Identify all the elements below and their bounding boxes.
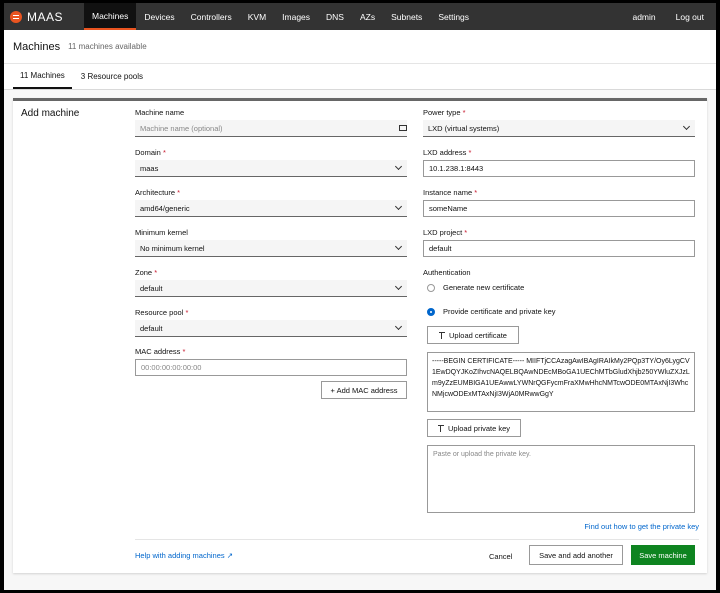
top-navigation: MAAS Machines Devices Controllers KVM Im… bbox=[4, 3, 716, 30]
nav-item-subnets[interactable]: Subnets bbox=[383, 3, 430, 30]
machine-name-input[interactable]: Machine name (optional) bbox=[135, 120, 407, 137]
chevron-down-icon bbox=[394, 202, 403, 211]
generate-certificate-radio[interactable] bbox=[427, 284, 435, 292]
nav-item-devices[interactable]: Devices bbox=[136, 3, 182, 30]
nav-item-controllers[interactable]: Controllers bbox=[183, 3, 240, 30]
minimum-kernel-select[interactable]: No minimum kernel bbox=[135, 240, 407, 257]
footer-divider bbox=[135, 539, 699, 540]
lxd-address-label: LXD address * bbox=[423, 148, 472, 157]
private-key-textarea[interactable]: Paste or upload the private key. bbox=[427, 445, 695, 513]
upload-icon bbox=[439, 331, 446, 339]
nav-user-area: admin Log out bbox=[620, 3, 716, 30]
chevron-down-icon bbox=[682, 122, 691, 131]
cancel-button[interactable]: Cancel bbox=[489, 552, 512, 561]
chevron-down-icon bbox=[394, 162, 403, 171]
provide-certificate-label[interactable]: Provide certificate and private key bbox=[443, 307, 556, 316]
maas-logo[interactable]: MAAS bbox=[4, 3, 84, 30]
page-title: Machines bbox=[13, 40, 61, 53]
generate-certificate-label[interactable]: Generate new certificate bbox=[443, 283, 524, 292]
authentication-label: Authentication bbox=[423, 268, 471, 277]
tab-machines[interactable]: 11 Machines bbox=[13, 64, 72, 89]
page-tabs: 11 Machines 3 Resource pools bbox=[4, 64, 716, 90]
chevron-down-icon bbox=[394, 282, 403, 291]
chevron-down-icon bbox=[394, 242, 403, 251]
zone-select[interactable]: default bbox=[135, 280, 407, 297]
upload-private-key-button[interactable]: Upload private key bbox=[427, 419, 521, 437]
zone-label: Zone * bbox=[135, 268, 158, 277]
architecture-label: Architecture * bbox=[135, 188, 181, 197]
lxd-project-input[interactable]: default bbox=[423, 240, 695, 257]
provide-certificate-radio[interactable] bbox=[427, 308, 435, 316]
app-window: MAAS Machines Devices Controllers KVM Im… bbox=[4, 3, 716, 590]
nav-user[interactable]: admin bbox=[620, 3, 667, 30]
save-and-add-another-button[interactable]: Save and add another bbox=[529, 545, 623, 565]
nav-item-settings[interactable]: Settings bbox=[430, 3, 477, 30]
mac-address-input[interactable]: 00:00:00:00:00:00 bbox=[135, 359, 407, 376]
contact-card-icon bbox=[399, 125, 407, 131]
domain-label: Domain * bbox=[135, 148, 166, 157]
instance-name-input[interactable]: someName bbox=[423, 200, 695, 217]
nav-item-images[interactable]: Images bbox=[274, 3, 318, 30]
nav-item-kvm[interactable]: KVM bbox=[240, 3, 274, 30]
domain-select[interactable]: maas bbox=[135, 160, 407, 177]
lxd-project-label: LXD project * bbox=[423, 228, 468, 237]
logo-text: MAAS bbox=[27, 9, 64, 24]
mac-address-label: MAC address * bbox=[135, 347, 186, 356]
resource-pool-label: Resource pool * bbox=[135, 308, 189, 317]
instance-name-label: Instance name * bbox=[423, 188, 478, 197]
upload-icon bbox=[437, 424, 444, 432]
lxd-address-input[interactable]: 10.1.238.1:8443 bbox=[423, 160, 695, 177]
help-adding-machines-link[interactable]: Help with adding machines ↗ bbox=[135, 551, 233, 560]
nav-item-dns[interactable]: DNS bbox=[318, 3, 352, 30]
chevron-down-icon bbox=[394, 322, 403, 331]
save-machine-button[interactable]: Save machine bbox=[631, 545, 695, 565]
minimum-kernel-label: Minimum kernel bbox=[135, 228, 188, 237]
logout-link[interactable]: Log out bbox=[668, 3, 716, 30]
nav-items: Machines Devices Controllers KVM Images … bbox=[84, 3, 620, 30]
form-title: Add machine bbox=[21, 108, 80, 119]
page-subtitle: 11 machines available bbox=[68, 42, 147, 51]
certificate-textarea[interactable]: -----BEGIN CERTIFICATE----- MIIFTjCCAzag… bbox=[427, 352, 695, 412]
page-header: Machines 11 machines available bbox=[4, 30, 716, 64]
resource-pool-select[interactable]: default bbox=[135, 320, 407, 337]
add-machine-form: Add machine Machine name Machine name (o… bbox=[13, 98, 707, 573]
machine-name-label: Machine name bbox=[135, 108, 185, 117]
nav-item-azs[interactable]: AZs bbox=[352, 3, 383, 30]
private-key-help-link[interactable]: Find out how to get the private key bbox=[584, 522, 699, 531]
architecture-select[interactable]: amd64/generic bbox=[135, 200, 407, 217]
upload-certificate-button[interactable]: Upload certificate bbox=[427, 326, 519, 344]
tab-resource-pools[interactable]: 3 Resource pools bbox=[74, 64, 150, 89]
maas-logo-icon bbox=[10, 10, 22, 23]
power-type-select[interactable]: LXD (virtual systems) bbox=[423, 120, 695, 137]
power-type-label: Power type * bbox=[423, 108, 466, 117]
nav-item-machines[interactable]: Machines bbox=[84, 3, 137, 30]
external-link-icon: ↗ bbox=[226, 551, 234, 560]
add-mac-address-button[interactable]: + Add MAC address bbox=[321, 381, 407, 399]
